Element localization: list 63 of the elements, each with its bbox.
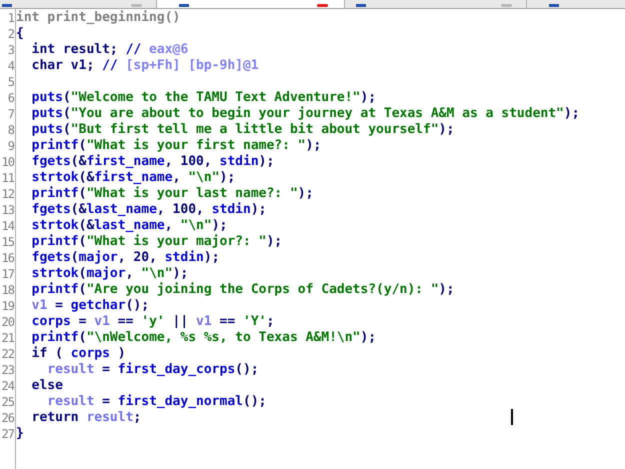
line-number: 14 — [0, 218, 14, 234]
line-number: 10 — [0, 154, 14, 170]
line-number: 22 — [0, 346, 14, 362]
code-line: printf("What is your last name?: "); — [30, 186, 314, 202]
tab-icon — [356, 4, 366, 7]
line-number: 25 — [0, 394, 14, 410]
code-line: int print_beginning() — [16, 10, 180, 26]
code-line: puts("But first tell me a little bit about yourself"); — [30, 122, 454, 138]
tab-icon — [2, 4, 12, 7]
line-number: 23 — [0, 362, 14, 378]
line-number: 12 — [0, 186, 14, 202]
line-number: 16 — [0, 250, 14, 266]
line-number: 5 — [6, 74, 14, 90]
line-number: 1 — [6, 10, 14, 26]
code-line: strtok(&last_name, "\n"); — [30, 218, 228, 234]
line-number: 4 — [6, 58, 14, 74]
code-line: result = first_day_normal(); — [46, 394, 266, 410]
line-number: 7 — [6, 106, 14, 122]
text-cursor-icon — [511, 409, 513, 425]
line-number: 3 — [6, 42, 14, 58]
line-number: 13 — [0, 202, 14, 218]
line-number: 24 — [0, 378, 14, 394]
code-line: } — [16, 426, 24, 442]
line-number: 27 — [0, 426, 14, 442]
line-number: 11 — [0, 170, 14, 186]
code-line: int result; // eax@6 — [30, 42, 188, 58]
code-line: if ( corps ) — [30, 346, 126, 362]
line-number: 6 — [6, 90, 14, 106]
code-line: strtok(&first_name, "\n"); — [30, 170, 236, 186]
line-number: 2 — [6, 26, 14, 42]
code-line: fgets(&first_name, 100, stdin); — [30, 154, 274, 170]
code-line: return result; — [30, 410, 142, 426]
code-line: puts("You are about to begin your journey at Texas A&M as a student"); — [30, 106, 580, 122]
tab-icon — [179, 4, 189, 7]
editor-tab[interactable] — [345, 0, 527, 8]
code-line: { — [16, 26, 24, 42]
line-number: 18 — [0, 282, 14, 298]
code-line: char v1; // [sp+Fh] [bp-9h]@1 — [30, 58, 259, 74]
line-number: 19 — [0, 298, 14, 314]
code-line: printf("What is your major?: "); — [30, 234, 282, 250]
code-line: else — [30, 378, 63, 394]
editor-tab[interactable] — [527, 0, 625, 8]
line-number: 20 — [0, 314, 14, 330]
code-line: strtok(major, "\n"); — [30, 266, 188, 282]
editor-tab[interactable] — [0, 0, 157, 8]
close-icon[interactable] — [317, 4, 328, 7]
line-number: 8 — [6, 122, 14, 138]
code-line: fgets(major, 20, stdin); — [30, 250, 220, 266]
code-line: puts("Welcome to the TAMU Text Adventure!"); — [30, 90, 376, 106]
tab-icon — [549, 4, 559, 7]
code-line: printf("\nWelcome, %s %s, to Texas A&M!\n"); — [30, 330, 376, 346]
code-line: printf("What is your first name?: "); — [30, 138, 322, 154]
code-line: v1 = getchar(); — [30, 298, 150, 314]
line-number: 17 — [0, 266, 14, 282]
line-number: 21 — [0, 330, 14, 346]
code-line: result = first_day_corps(); — [46, 362, 259, 378]
code-line: fgets(&last_name, 100, stdin); — [30, 202, 266, 218]
code-line: printf("Are you joining the Corps of Cadets?(y/n): "); — [30, 282, 454, 298]
line-number: 15 — [0, 234, 14, 250]
editor-tab[interactable] — [157, 0, 345, 8]
line-number: 9 — [6, 138, 14, 154]
line-number: 26 — [0, 410, 14, 426]
code-line: corps = v1 == 'y' || v1 == 'Y'; — [30, 314, 274, 330]
